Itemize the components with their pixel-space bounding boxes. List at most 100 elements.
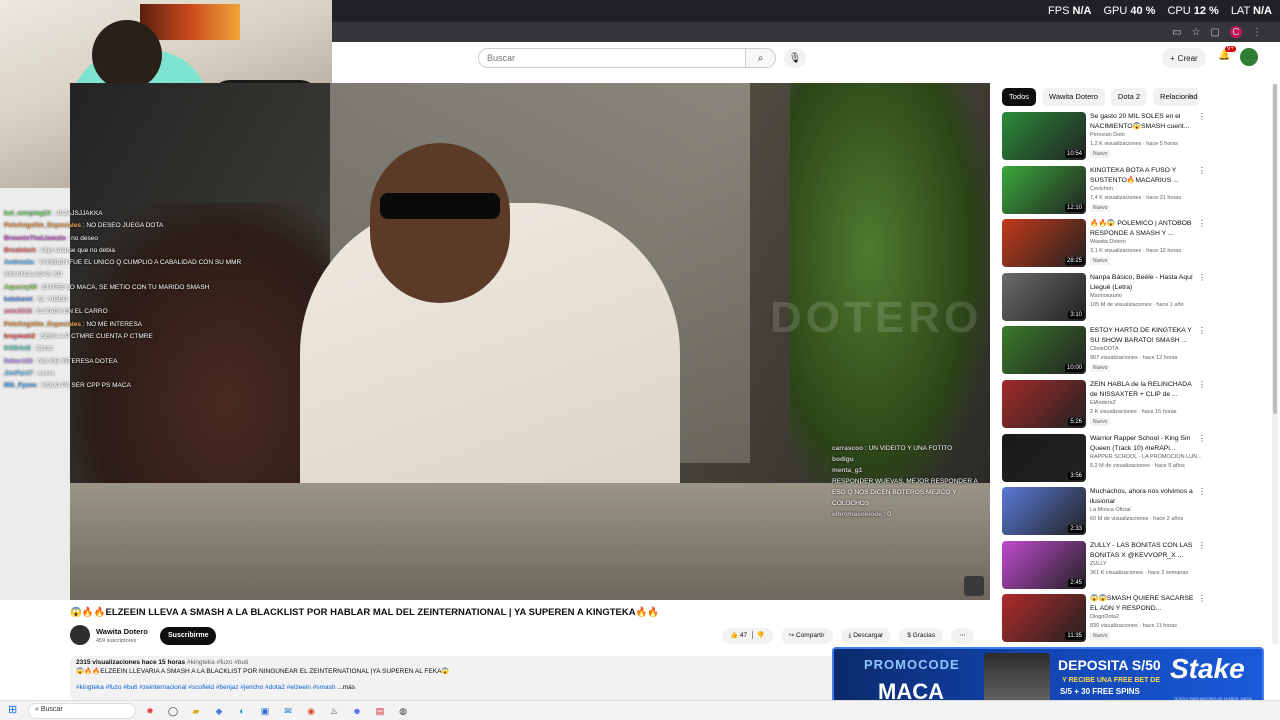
store-icon[interactable]: ▣ — [257, 703, 273, 719]
share-button[interactable]: ↪ Compartir — [780, 628, 833, 644]
steam-icon[interactable]: ♨ — [326, 703, 342, 719]
chat-username: JimPar17 — [4, 369, 33, 377]
video-thumbnail[interactable]: 10:00 — [1002, 326, 1086, 375]
more-vertical-icon[interactable]: ⋮ — [1198, 273, 1206, 282]
file-explorer-icon[interactable]: ▰ — [188, 703, 204, 719]
related-video-channel[interactable]: La Mosca Oficial — [1090, 507, 1202, 513]
video-thumbnail[interactable]: 12:10 — [1002, 165, 1086, 214]
video-thumbnail[interactable]: 3:10 — [1002, 272, 1086, 321]
related-video-channel[interactable]: Wawita Dotero — [1090, 239, 1202, 245]
more-vertical-icon[interactable]: ⋮ — [1198, 112, 1206, 121]
chrome-icon[interactable]: ◉ — [303, 703, 319, 719]
related-video-title[interactable]: ESTOY HARTO DE KINGTEKA Y SU SHOW BARATO… — [1090, 326, 1194, 346]
more-vertical-icon[interactable]: ⋮ — [1198, 594, 1206, 603]
related-video-title[interactable]: KINGTEKA BOTA A FUSO Y SUSTENTO🔥MACARIUS… — [1090, 166, 1194, 186]
show-more-link[interactable]: ...más — [337, 684, 355, 691]
related-video-item[interactable]: 3:10 Nanpa Básico, Beéle - Hasta Aquí Lle… — [1002, 272, 1206, 323]
bookmark-star-icon[interactable]: ☆ — [1192, 27, 1201, 38]
like-count: 47 — [739, 632, 748, 639]
filter-chip[interactable]: Todos — [1002, 88, 1037, 106]
download-button[interactable]: ⤓ Descargar — [840, 628, 892, 644]
related-video-channel[interactable]: DiogoDota2 — [1090, 614, 1202, 620]
thanks-button[interactable]: $ Gracias — [899, 628, 944, 644]
filter-chip[interactable]: Dota 2 — [1110, 88, 1148, 106]
chat-username: zoto3315 — [4, 308, 32, 316]
extensions-icon[interactable]: ▢ — [1211, 27, 1220, 38]
search-input[interactable]: Buscar — [478, 48, 746, 68]
more-vertical-icon[interactable]: ⋮ — [1198, 541, 1206, 550]
related-video-title[interactable]: 😱😱SMASH QUIERE SACARSE EL ADN Y RESPOND.… — [1090, 594, 1194, 614]
related-video-item[interactable]: 3:56 Warrior Rapper School - King Sin Que… — [1002, 433, 1206, 484]
like-button[interactable]: 👍 47 │ 👎 — [722, 628, 773, 644]
related-video-title[interactable]: 🔥🔥😱 POLEMICO | ANTOBOB RESPONDE A SMASH … — [1090, 219, 1194, 239]
related-video-channel[interactable]: RAPPER SCHOOL - LA PROMOCION LUN... — [1090, 454, 1202, 460]
channel-watermark-logo — [964, 576, 984, 596]
related-video-channel[interactable]: CiloleDOTA — [1090, 346, 1202, 352]
voice-search-button[interactable]: 🎙 — [784, 48, 806, 68]
more-vertical-icon[interactable]: ⋮ — [1198, 326, 1206, 335]
copilot-icon[interactable]: ◆ — [211, 703, 227, 719]
related-video-title[interactable]: Muchachos, ahora nos volvimos a ilusiona… — [1090, 487, 1194, 507]
obs-icon[interactable]: ◍ — [395, 703, 411, 719]
more-vertical-icon[interactable]: ⋮ — [1198, 487, 1206, 496]
video-thumbnail[interactable]: 10:54 — [1002, 112, 1086, 160]
related-video-item[interactable]: 12:10 KINGTEKA BOTA A FUSO Y SUSTENTO🔥MAC… — [1002, 165, 1206, 216]
filter-chip[interactable]: Wawita Dotero — [1042, 88, 1105, 106]
hashtag-list[interactable]: #kingteka #fuzo #buti #zeinternacional #… — [76, 684, 335, 691]
related-video-item[interactable]: 10:54 Se gasto 20 MIL SOLES en el NACIMIE… — [1002, 112, 1206, 162]
more-vertical-icon[interactable]: ⋮ — [1198, 219, 1206, 228]
video-thumbnail[interactable]: 11:35 — [1002, 594, 1086, 643]
top-hashtags[interactable]: #kingteka #fuzo #buti — [187, 659, 248, 666]
related-video-item[interactable]: 2:45 ZULLY - LAS BONITAS CON LAS BONITAS … — [1002, 540, 1206, 591]
related-video-title[interactable]: Se gasto 20 MIL SOLES en el NACIMIENTO😱S… — [1090, 112, 1194, 132]
edge-icon[interactable]: ◐ — [234, 703, 250, 719]
related-video-title[interactable]: ZULLY - LAS BONITAS CON LAS BONITAS X @K… — [1090, 541, 1194, 561]
chat-username: PeloAngelito_Especiales — [4, 222, 81, 230]
discord-icon[interactable]: ☻ — [349, 703, 365, 719]
octopus-app-icon[interactable]: ✹ — [142, 703, 158, 719]
browser-menu-icon[interactable]: ⋮ — [1252, 27, 1262, 38]
related-video-title[interactable]: Nanpa Básico, Beéle - Hasta Aquí Llegué … — [1090, 273, 1194, 293]
more-vertical-icon[interactable]: ⋮ — [1198, 434, 1206, 443]
video-thumbnail[interactable]: 5:26 — [1002, 380, 1086, 428]
outlook-icon[interactable]: ✉ — [280, 703, 296, 719]
taskbar-search[interactable]: ⌕ Buscar — [28, 703, 136, 719]
browser-profile-avatar[interactable]: C — [1230, 26, 1242, 38]
chat-username: Aqasrey66 — [4, 283, 37, 291]
related-video-item[interactable]: 11:35 😱😱SMASH QUIERE SACARSE EL ADN Y RES… — [1002, 594, 1206, 644]
search-icon: ⌕ — [35, 706, 39, 713]
subscribe-button[interactable]: Suscribirme — [160, 627, 217, 645]
search-button[interactable]: ⌕ — [746, 48, 776, 68]
video-thumbnail[interactable]: 28:25 — [1002, 219, 1086, 268]
page-scrollbar-thumb[interactable] — [1273, 84, 1277, 414]
related-video-channel[interactable]: ElAndersZ — [1090, 400, 1202, 406]
related-video-channel[interactable]: Peruvian Doto — [1090, 132, 1202, 138]
account-avatar[interactable] — [1240, 48, 1258, 66]
related-video-channel[interactable]: Marinosaurio — [1090, 293, 1202, 299]
video-thumbnail[interactable]: 3:56 — [1002, 433, 1086, 482]
related-video-channel[interactable]: ZULLY — [1090, 561, 1202, 567]
create-button[interactable]: + Crear — [1162, 48, 1206, 68]
related-video-item[interactable]: 5:26 ZEIN HABLA de la RELINCHADA de NISSA… — [1002, 380, 1206, 430]
related-video-item[interactable]: 28:25 🔥🔥😱 POLEMICO | ANTOBOB RESPONDE A S… — [1002, 219, 1206, 269]
video-thumbnail[interactable]: 2:45 — [1002, 540, 1086, 589]
channel-name[interactable]: Wawita Dotero — [96, 627, 148, 636]
fps-label: FPS — [1048, 5, 1070, 17]
cast-icon[interactable]: ▭ — [1172, 27, 1181, 38]
related-video-title[interactable]: Warrior Rapper School - King Sin Queen (… — [1090, 434, 1194, 454]
more-vertical-icon[interactable]: ⋮ — [1198, 380, 1206, 389]
recorder-icon[interactable]: ▤ — [372, 703, 388, 719]
task-view-icon[interactable]: ◯ — [165, 703, 181, 719]
related-video-channel[interactable]: Cevichon — [1090, 186, 1202, 192]
chevron-right-icon[interactable]: › — [1188, 90, 1191, 101]
windows-start-icon[interactable]: ⊞ — [8, 703, 22, 717]
description-box[interactable]: 2315 visualizaciones hace 15 horas #king… — [70, 656, 850, 700]
related-video-item[interactable]: 2:33 Muchachos, ahora nos volvimos a ilus… — [1002, 487, 1206, 537]
video-thumbnail[interactable]: 2:33 — [1002, 487, 1086, 536]
more-vertical-icon[interactable]: ⋮ — [1198, 166, 1206, 175]
related-video-title[interactable]: ZEIN HABLA de la RELINCHADA de NISSAXTER… — [1090, 380, 1194, 400]
more-actions-button[interactable]: ⋯ — [951, 628, 974, 644]
related-video-item[interactable]: 10:00 ESTOY HARTO DE KINGTEKA Y SU SHOW B… — [1002, 326, 1206, 376]
thumbs-down-icon[interactable]: │ 👎 — [749, 632, 765, 639]
channel-avatar[interactable] — [70, 625, 90, 645]
